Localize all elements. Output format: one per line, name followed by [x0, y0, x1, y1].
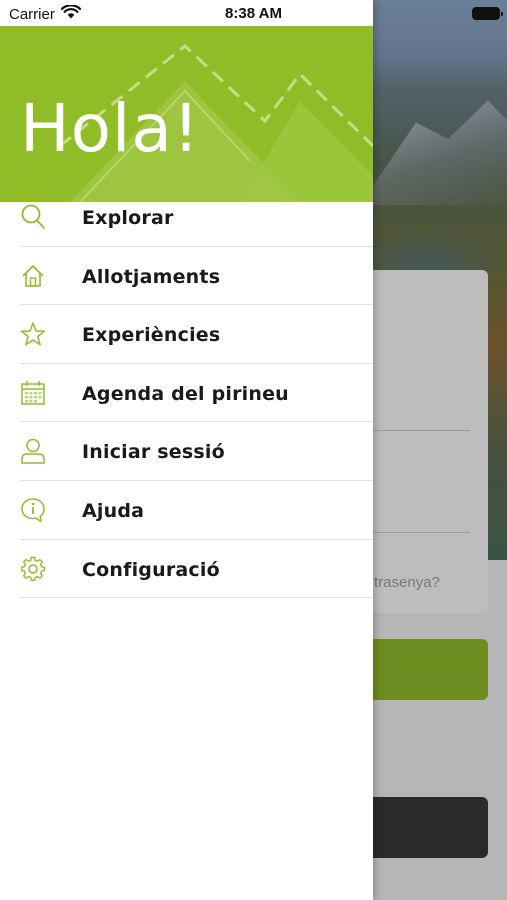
menu-item-ajuda[interactable]: Ajuda: [0, 481, 373, 540]
menu-item-agenda[interactable]: Agenda del pirineu: [0, 364, 373, 423]
star-icon: [20, 320, 46, 348]
menu-item-label: Allotjaments: [82, 265, 221, 288]
menu-item-label: Explorar: [82, 207, 174, 229]
menu-item-allotjaments[interactable]: Allotjaments: [0, 247, 373, 306]
user-icon: [20, 437, 46, 465]
search-icon: [20, 203, 46, 231]
menu-item-iniciar-sessio[interactable]: Iniciar sessió: [0, 422, 373, 481]
menu-item-experiencies[interactable]: Experiències: [0, 305, 373, 364]
calendar-icon: [20, 379, 46, 407]
status-time: 8:38 AM: [225, 5, 282, 22]
gear-icon: [20, 555, 46, 583]
navigation-drawer: Hola! Explorar Allotjaments Experiències: [0, 0, 373, 900]
drawer-header: Hola!: [0, 26, 373, 202]
menu-item-configuracio[interactable]: Configuració: [0, 540, 373, 599]
drawer-menu: Explorar Allotjaments Experiències Agend…: [0, 188, 373, 599]
menu-item-label: Experiències: [82, 324, 221, 347]
battery-icon: [472, 7, 503, 20]
status-bar: Carrier 8:38 AM: [0, 0, 507, 26]
divider: [20, 597, 373, 599]
info-icon: [20, 496, 46, 524]
menu-item-label: Agenda del pirineu: [82, 382, 289, 405]
menu-item-explorar[interactable]: Explorar: [0, 188, 373, 247]
greeting-title: Hola!: [20, 90, 201, 167]
menu-item-label: Configuració: [82, 558, 220, 581]
home-icon: [20, 262, 46, 290]
menu-item-label: Iniciar sessió: [82, 441, 225, 464]
menu-item-label: Ajuda: [82, 499, 145, 522]
